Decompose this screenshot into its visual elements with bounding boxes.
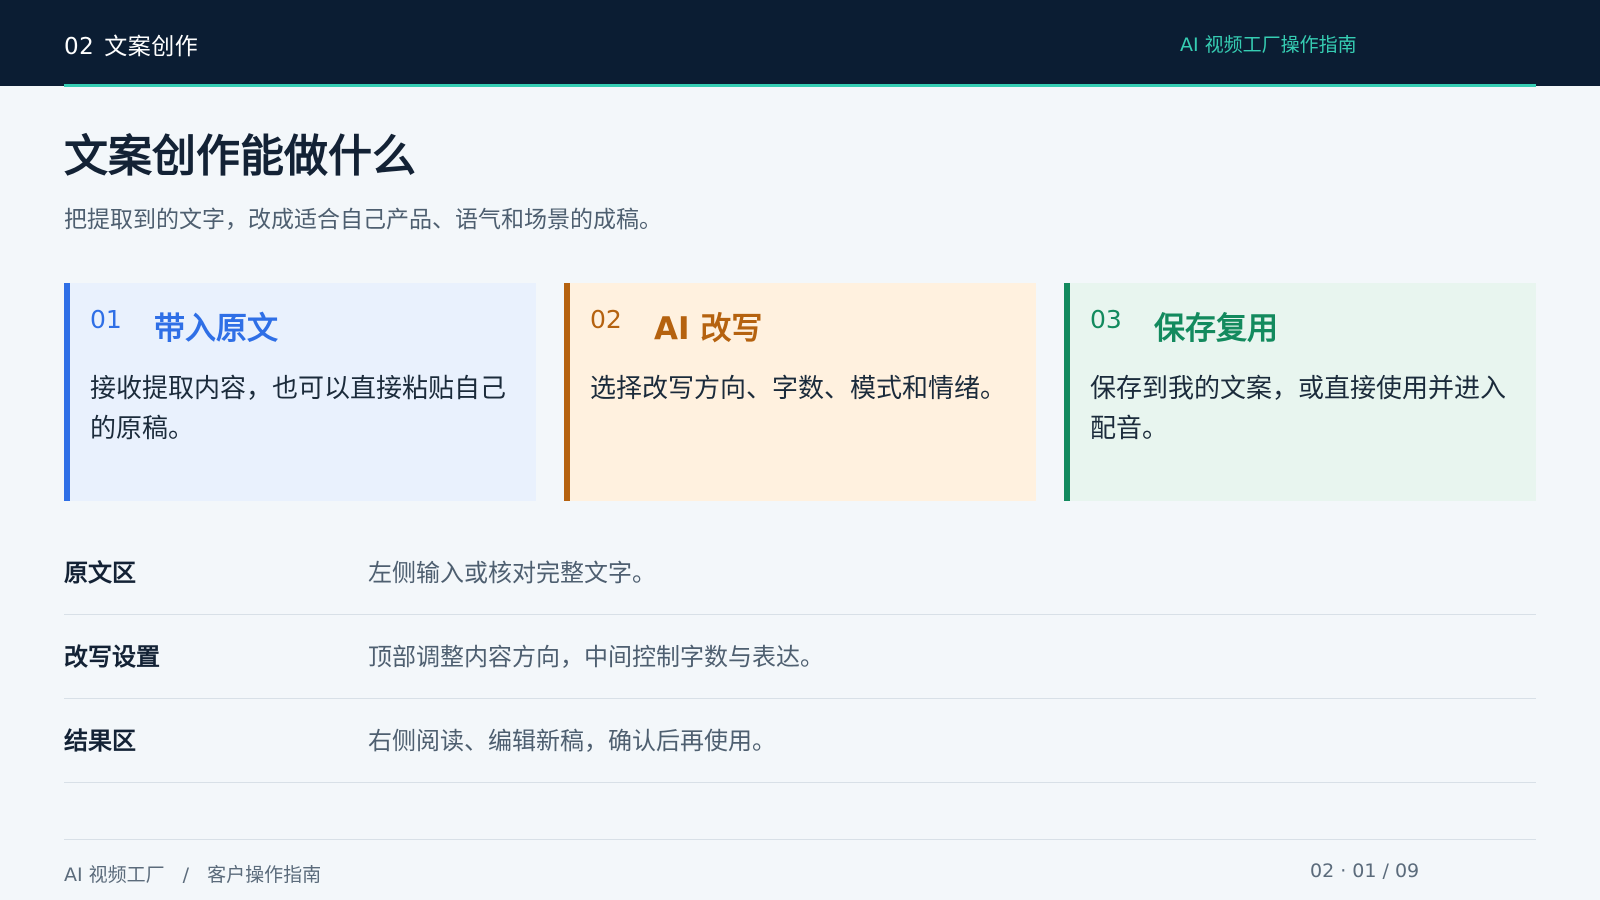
card-title: 保存复用 xyxy=(1154,311,1278,347)
row-description: 顶部调整内容方向，中间控制字数与表达。 xyxy=(368,643,824,671)
page-subtitle: 把提取到的文字，改成适合自己产品、语气和场景的成稿。 xyxy=(64,207,662,233)
page-indicator: 02 · 01 / 09 xyxy=(1310,860,1420,882)
table-row-source-area: 原文区 左侧输入或核对完整文字。 xyxy=(64,531,1536,615)
guide-brand-title: AI 视频工厂操作指南 xyxy=(1180,34,1357,56)
header-accent-divider xyxy=(64,84,1536,87)
section-number: 02 xyxy=(64,34,95,60)
table-row-result-area: 结果区 右侧阅读、编辑新稿，确认后再使用。 xyxy=(64,699,1536,783)
footer-product-name: AI 视频工厂 xyxy=(64,864,165,886)
card-number: 02 xyxy=(590,305,622,334)
footer-divider xyxy=(64,839,1536,840)
card-description: 接收提取内容，也可以直接粘贴自己的原稿。 xyxy=(90,374,507,444)
row-label: 原文区 xyxy=(64,559,136,587)
page-title: 文案创作能做什么 xyxy=(64,131,416,182)
feature-card-import-source: 01 带入原文 接收提取内容，也可以直接粘贴自己的原稿。 xyxy=(64,283,536,501)
section-title: 文案创作 xyxy=(104,34,199,60)
row-label: 改写设置 xyxy=(64,643,160,671)
table-row-rewrite-settings: 改写设置 顶部调整内容方向，中间控制字数与表达。 xyxy=(64,615,1536,699)
footer-doc-name: 客户操作指南 xyxy=(207,864,322,886)
card-title: AI 改写 xyxy=(654,311,763,347)
area-description-table: 原文区 左侧输入或核对完整文字。 改写设置 顶部调整内容方向，中间控制字数与表达… xyxy=(64,531,1536,783)
feature-card-save-reuse: 03 保存复用 保存到我的文案，或直接使用并进入配音。 xyxy=(1064,283,1536,501)
footer-separator: / xyxy=(182,864,190,886)
card-number: 01 xyxy=(90,305,122,334)
card-number: 03 xyxy=(1090,305,1122,334)
row-description: 左侧输入或核对完整文字。 xyxy=(368,559,656,587)
section-label: 02 文案创作 xyxy=(64,27,198,61)
row-label: 结果区 xyxy=(64,727,136,755)
card-title: 带入原文 xyxy=(154,311,278,347)
row-description: 右侧阅读、编辑新稿，确认后再使用。 xyxy=(368,727,776,755)
feature-card-ai-rewrite: 02 AI 改写 选择改写方向、字数、模式和情绪。 xyxy=(564,283,1036,501)
card-description: 选择改写方向、字数、模式和情绪。 xyxy=(590,374,1007,404)
top-header-bar: 02 文案创作 AI 视频工厂操作指南 xyxy=(0,0,1600,87)
card-description: 保存到我的文案，或直接使用并进入配音。 xyxy=(1090,374,1507,444)
footer-breadcrumb: AI 视频工厂 / 客户操作指南 xyxy=(64,860,321,887)
